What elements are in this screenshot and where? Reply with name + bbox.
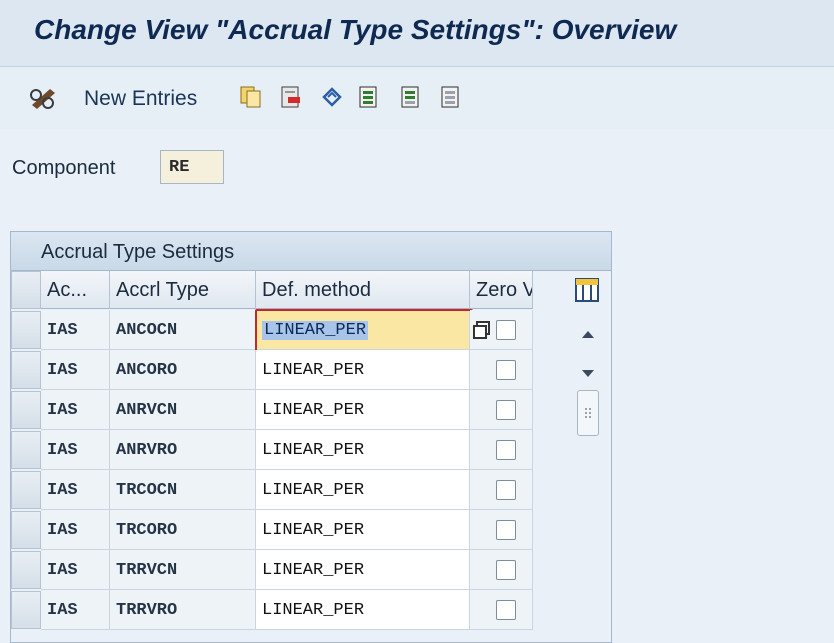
zero-v-checkbox[interactable] [496, 480, 516, 500]
cell-zero-v [470, 390, 533, 430]
cell-ac: IAS [41, 430, 110, 470]
title-bar: Change View "Accrual Type Settings": Ove… [0, 0, 834, 67]
cell-ac: IAS [41, 590, 110, 630]
cell-def-method[interactable]: LINEAR_PER [256, 510, 470, 550]
cell-ac: IAS [41, 550, 110, 590]
cell-ac: IAS [41, 470, 110, 510]
cell-def-method-text: LINEAR_PER [262, 321, 369, 340]
select-all-icon[interactable] [358, 85, 380, 109]
zero-v-checkbox[interactable] [496, 520, 516, 540]
cell-zero-v [470, 590, 533, 630]
cell-accrl-type: ANRVCN [110, 390, 256, 430]
cell-ac: IAS [41, 310, 110, 350]
zero-v-checkbox[interactable] [496, 560, 516, 580]
cell-def-method[interactable]: LINEAR_PER [256, 590, 470, 630]
zero-v-checkbox[interactable] [496, 440, 516, 460]
zero-v-checkbox[interactable] [496, 400, 516, 420]
zero-v-checkbox[interactable] [496, 600, 516, 620]
component-field[interactable]: RE [160, 150, 224, 184]
edit-glasses-icon[interactable] [28, 85, 60, 111]
cell-accrl-type: TRRVCN [110, 550, 256, 590]
zero-v-checkbox[interactable] [496, 360, 516, 380]
header-ac[interactable]: Ac... [41, 271, 110, 309]
row-selector[interactable] [11, 311, 41, 349]
row-selector[interactable] [11, 351, 41, 389]
scroll-down-icon[interactable] [581, 366, 595, 384]
cell-accrl-type: ANRVRO [110, 430, 256, 470]
row-selector[interactable] [11, 471, 41, 509]
table-title-bar: Accrual Type Settings [11, 232, 611, 271]
delete-icon[interactable] [280, 85, 302, 109]
undo-icon[interactable] [320, 85, 342, 109]
row-selector[interactable] [11, 591, 41, 629]
new-entries-button[interactable]: New Entries [84, 87, 197, 113]
cell-zero-v [470, 550, 533, 590]
header-accrl-type[interactable]: Accrl Type [110, 271, 256, 309]
cell-zero-v [470, 430, 533, 470]
zero-v-checkbox[interactable] [496, 320, 516, 340]
cell-accrl-type: TRCOCN [110, 470, 256, 510]
deselect-all-icon[interactable] [440, 85, 462, 109]
cell-ac: IAS [41, 510, 110, 550]
cell-ac: IAS [41, 350, 110, 390]
cell-def-method[interactable]: LINEAR_PER [256, 470, 470, 510]
row-selector[interactable] [11, 391, 41, 429]
cell-def-method[interactable]: LINEAR_PER [256, 350, 470, 390]
cell-accrl-type: ANCORO [110, 350, 256, 390]
cell-def-method[interactable]: LINEAR_PER [256, 310, 470, 350]
cell-def-method[interactable]: LINEAR_PER [256, 430, 470, 470]
cell-def-method[interactable]: LINEAR_PER [256, 390, 470, 430]
row-selector[interactable] [11, 551, 41, 589]
page-title: Change View "Accrual Type Settings": Ove… [34, 14, 677, 45]
cell-accrl-type: TRRVRO [110, 590, 256, 630]
cell-zero-v [470, 350, 533, 390]
cell-zero-v [470, 310, 533, 350]
cell-def-method[interactable]: LINEAR_PER [256, 550, 470, 590]
scroll-thumb[interactable] [577, 390, 599, 436]
copy-value-icon[interactable] [472, 320, 490, 339]
row-selector[interactable] [11, 511, 41, 549]
table-title: Accrual Type Settings [41, 241, 235, 263]
row-selector[interactable] [11, 431, 41, 469]
cell-accrl-type: ANCOCN [110, 310, 256, 350]
cell-accrl-type: TRCORO [110, 510, 256, 550]
select-block-icon[interactable] [400, 85, 422, 109]
cell-zero-v [470, 470, 533, 510]
select-all-rows-button[interactable] [11, 271, 41, 309]
header-zero-v[interactable]: Zero V [470, 271, 533, 309]
scroll-up-icon[interactable] [581, 326, 595, 344]
header-def-method[interactable]: Def. method [256, 271, 470, 309]
toolbar: New Entries [0, 67, 834, 129]
cell-ac: IAS [41, 390, 110, 430]
table-settings-icon[interactable] [574, 277, 600, 303]
accrual-type-table: Accrual Type Settings Ac... Accrl Type D… [10, 231, 612, 643]
copy-icon[interactable] [240, 85, 262, 109]
component-label: Component [12, 157, 116, 179]
cell-zero-v [470, 510, 533, 550]
vertical-scrollbar[interactable] [571, 310, 605, 640]
